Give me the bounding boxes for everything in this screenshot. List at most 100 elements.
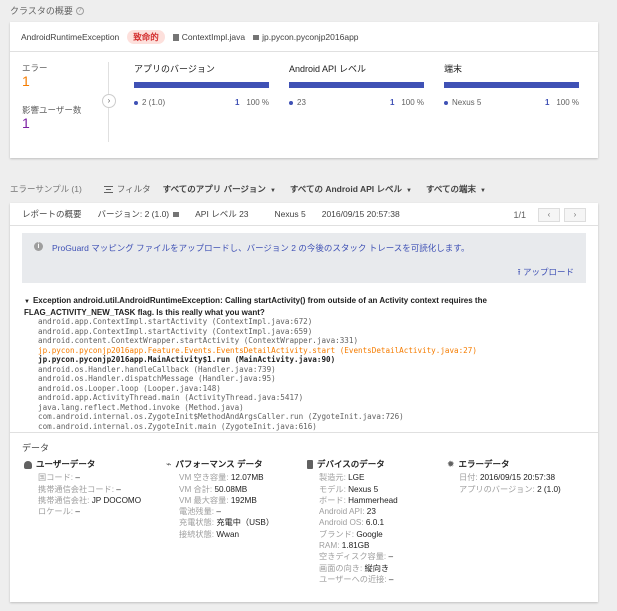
data-row: 製造元: LGE [307,472,398,483]
data-row: アプリのバージョン: 2 (1.0) [447,484,561,495]
data-row: 充電状態: 充電中（USB） [166,517,274,528]
page-title-text: クラスタの概要 [10,6,73,16]
error-data-column: ✹ エラーデータ 日付: 2016/09/15 20:57:38 アプリのバージョ… [447,459,561,495]
pager-text: 1/1 [513,210,526,220]
data-key: 空きディスク容量: [319,552,387,562]
data-value: – [388,574,394,584]
errors-value: 1 [22,73,30,89]
data-row: VM 空き容量: 12.07MB [166,472,274,483]
data-key: 携帯通信会社コード: [38,484,114,494]
file-name: ContextImpl.java [181,31,246,42]
data-row: Android API: 23 [307,506,398,517]
trace-line: android.app.ContextImpl.startActivity (C… [38,317,313,326]
chevron-right-icon[interactable]: › [102,94,116,108]
cluster-header: AndroidRuntimeException 致命的 ContextImpl.… [10,22,598,52]
data-value: 23 [366,507,376,517]
data-value: – [75,507,80,517]
legend-dot [444,100,448,105]
stats-panel: エラー 1 影響ユーザー数 1 [10,52,110,158]
data-key: ユーザーへの近接: [319,574,387,584]
users-label: 影響ユーザー数 [22,105,82,115]
data-row: ロケール: – [24,506,141,517]
users-value: 1 [22,115,30,131]
data-key: ブランド: [319,529,355,539]
data-row: 携帯通信会社: JP DOCOMO [24,495,141,506]
exception-name: AndroidRuntimeException [21,31,120,42]
divider [10,432,598,433]
column-title: アプリのバージョン [134,64,215,74]
data-key: Android API: [319,507,365,517]
bug-icon: ✹ [447,459,455,469]
trace-line: android.os.Handler.dispatchMessage (Hand… [38,374,276,383]
stack-trace: android.app.ContextImpl.startActivity (C… [38,317,477,431]
data-row: 国コード: – [24,472,141,483]
pager: 1/1 ‹ › [513,208,586,222]
data-value: 1.81GB [341,541,370,551]
help-icon[interactable]: ? [75,6,84,15]
distribution-row: Nexus 5 1 100 % [444,98,579,107]
chevron-down-icon: ▼ [480,188,486,194]
performance-data-column: ⌁ パフォーマンス データ VM 空き容量: 12.07MB VM 合計: 50.… [166,459,274,540]
legend-dot [134,100,138,105]
data-value: 充電中（USB） [216,518,275,528]
report-header: レポートの概要 バージョン: 2 (1.0) API レベル 23 Nexus … [10,203,598,226]
distribution-bar [134,82,269,88]
distribution-row: 23 1 100 % [289,98,424,107]
chevron-down-icon: ▼ [269,188,276,194]
row-count: 1 [390,98,395,107]
user-data-heading: ユーザーデータ [24,459,141,470]
column-title: Android API レベル [289,64,367,74]
info-icon: i [34,242,43,251]
package-icon [253,34,260,40]
data-key: VM 空き容量: [179,473,229,483]
filter-button[interactable]: フィルタ [103,183,151,195]
row-item: 2 (1.0) [142,98,166,107]
page-title: クラスタの概要 ? [10,4,84,17]
data-row: 日付: 2016/09/15 20:57:38 [447,472,561,483]
data-value: JP DOCOMO [91,495,142,505]
error-data-heading: ✹ エラーデータ [447,459,561,470]
data-row: 画面の向き: 縦向き [307,563,398,574]
data-key: 製造元: [319,473,346,483]
data-value: – [75,473,80,483]
data-section-title: データ [22,443,50,453]
data-value: – [116,484,121,494]
data-row: VM 合計: 50.08MB [166,484,274,495]
chevron-left-icon[interactable]: ‹ [538,208,560,222]
data-value: 12.07MB [230,473,264,483]
chevron-right-icon[interactable]: › [564,208,586,222]
device-dropdown[interactable]: すべての端末 ▼ [426,183,486,195]
data-value: – [388,552,394,562]
data-key: 国コード: [38,473,74,483]
trace-line: com.android.internal.os.ZygoteInit$Metho… [38,412,404,421]
data-key: 日付: [459,473,478,483]
trace-line: android.os.Looper.loop (Looper.java:148) [38,383,221,393]
data-row: RAM: 1.81GB [307,540,398,551]
data-value: 192MB [230,495,257,505]
row-percent: 100 % [246,98,269,107]
filter-icon [103,185,113,193]
version-info: バージョン: 2 (1.0) [97,209,170,219]
trace-line-highlighted: jp.pycon.pyconjp2016app.Feature.Events.E… [38,345,477,355]
data-value: – [216,507,221,517]
severity-badge: 致命的 [127,29,165,44]
error-samples-toolbar: エラーサンプル (1) フィルタ すべてのアプリ バージョン ▼ すべての And… [10,183,598,195]
distribution-bar [289,82,424,88]
file-icon [172,33,179,41]
row-item: 23 [297,98,306,107]
data-value: 6.0.1 [365,518,385,528]
data-key: アプリのバージョン: [459,484,535,494]
cluster-summary-card: AndroidRuntimeException 致命的 ContextImpl.… [10,22,598,158]
data-key: VM 合計: [179,484,213,494]
row-count: 1 [235,98,240,107]
dropdown-label: すべての端末 [425,184,477,194]
app-version-dropdown[interactable]: すべてのアプリ バージョン ▼ [163,183,276,195]
column-title: 端末 [444,64,463,74]
api-level-dropdown[interactable]: すべての Android API レベル ▼ [290,183,412,195]
user-data-column: ユーザーデータ 国コード: – 携帯通信会社コード: – 携帯通信会社: JP … [24,459,141,517]
data-value: LGE [348,473,365,483]
upload-button[interactable]: ⭱ アップロード [518,266,574,281]
error-sample-card: レポートの概要 バージョン: 2 (1.0) API レベル 23 Nexus … [10,203,598,602]
exception-title[interactable]: ▼ Exception android.util.AndroidRuntimeEx… [24,296,584,317]
banner-text: ProGuard マッピング ファイルをアップロードし、バージョン 2 の今後の… [52,243,470,253]
